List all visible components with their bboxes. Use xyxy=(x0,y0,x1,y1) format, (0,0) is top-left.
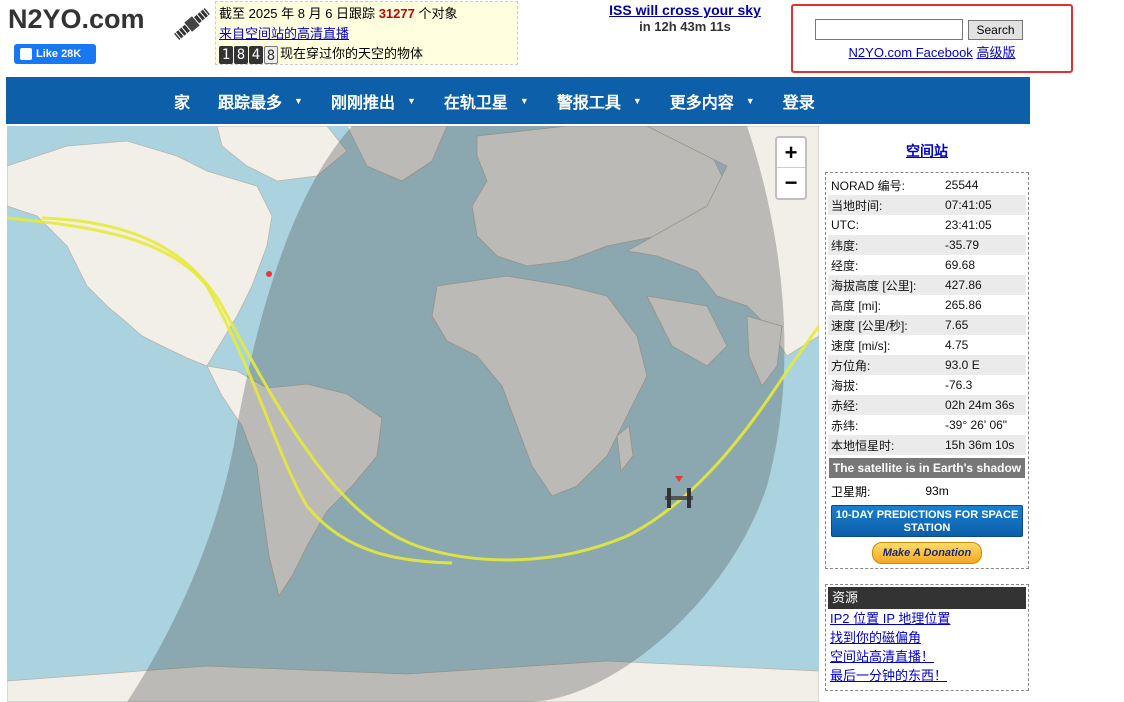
fb-like-label: Like 28K xyxy=(36,48,82,60)
period-row: 卫星期: 93m xyxy=(828,481,1026,501)
resources-links: IP2 位置 IP 地理位置 找到你的磁偏角 空间站高清直播！ 最后一分钟的东西… xyxy=(828,609,1026,685)
nav-item-home[interactable]: 家 xyxy=(174,89,190,113)
main-nav: 家 跟踪最多 ▼ 刚刚推出 ▼ 在轨卫星 ▼ 警报工具 ▼ 更多内容 ▼ 登录 xyxy=(6,77,1030,124)
resource-link-live[interactable]: 空间站高清直播！ xyxy=(830,649,934,664)
table-row: UTC: 23:41:05 xyxy=(828,215,1026,235)
donate-button[interactable]: Make A Donation xyxy=(872,542,982,564)
tracking-map[interactable]: + − xyxy=(7,126,819,702)
premium-link[interactable]: 高级版 xyxy=(976,45,1015,60)
ticker-line-1: 截至 2025 年 8 月 6 日跟踪 31277 个对象 xyxy=(219,6,458,21)
tracking-ticker: 截至 2025 年 8 月 6 日跟踪 31277 个对象 来自空间站的高清直播… xyxy=(215,1,518,65)
search-button[interactable]: Search xyxy=(968,20,1023,40)
iss-cross-notice: ISS will cross your sky in 12h 43m 11s xyxy=(560,2,810,34)
predictions-button[interactable]: 10-DAY PREDICTIONS FOR SPACE STATION xyxy=(831,505,1023,537)
nav-item-most-tracked[interactable]: 跟踪最多 ▼ xyxy=(218,89,303,113)
nav-item-alerts[interactable]: 警报工具 ▼ xyxy=(557,89,642,113)
table-row: 方位角: 93.0 E xyxy=(828,355,1026,375)
table-row: 高度 [mi]: 265.86 xyxy=(828,295,1026,315)
nav-item-more[interactable]: 更多内容 ▼ xyxy=(670,89,755,113)
table-row: 本地恒星时: 15h 36m 10s xyxy=(828,435,1026,455)
table-row: 当地时间: 07:41:05 xyxy=(828,195,1026,215)
nav-item-login[interactable]: 登录 xyxy=(783,89,815,113)
satellite-logo-icon xyxy=(174,8,210,40)
satellite-data-box: NORAD 编号: 25544 当地时间: 07:41:05 UTC: 23:41:0… xyxy=(825,172,1029,569)
search-input[interactable] xyxy=(815,19,963,40)
shadow-status-badge: The satellite is in Earth's shadow xyxy=(829,458,1025,478)
live-stream-link[interactable]: 来自空间站的高清直播 xyxy=(219,26,349,41)
zoom-in-button[interactable]: + xyxy=(777,138,805,168)
period-label: 卫星期: xyxy=(831,484,871,499)
iss-cross-link[interactable]: ISS will cross your sky xyxy=(609,2,761,18)
facebook-like-button[interactable]: Like 28K xyxy=(14,44,96,64)
satellite-title-link[interactable]: 空间站 xyxy=(822,141,1032,161)
satellite-data-table: NORAD 编号: 25544 当地时间: 07:41:05 UTC: 23:41:0… xyxy=(828,175,1026,455)
nav-item-just-launched[interactable]: 刚刚推出 ▼ xyxy=(331,89,416,113)
caret-down-icon: ▼ xyxy=(745,95,755,106)
table-row: NORAD 编号: 25544 xyxy=(828,175,1026,195)
period-value: 93m xyxy=(925,484,949,498)
overhead-counter: 1848 xyxy=(219,45,278,64)
zoom-out-button[interactable]: − xyxy=(777,168,805,198)
facebook-link[interactable]: N2YO.com Facebook xyxy=(849,45,973,60)
table-row: 海拔高度 [公里]: 427.86 xyxy=(828,275,1026,295)
ticker-line-3: 1848 现在穿过你的天空的物体 xyxy=(219,44,514,64)
caret-down-icon: ▼ xyxy=(294,95,303,106)
resource-link-ip[interactable]: IP2 位置 IP 地理位置 xyxy=(830,611,950,626)
site-logo[interactable]: N2YO.com xyxy=(8,4,145,35)
resources-box: 资源 IP2 位置 IP 地理位置 找到你的磁偏角 空间站高清直播！ 最后一分钟… xyxy=(825,584,1029,691)
resource-link-declination[interactable]: 找到你的磁偏角 xyxy=(830,630,921,645)
table-row: 赤纬: -39° 26' 06" xyxy=(828,415,1026,435)
resources-title: 资源 xyxy=(828,587,1026,609)
iss-countdown: in 12h 43m 11s xyxy=(639,19,731,34)
thumbs-up-icon xyxy=(20,48,32,60)
map-canvas xyxy=(7,126,819,702)
caret-down-icon: ▼ xyxy=(406,95,416,106)
table-row: 赤经: 02h 24m 36s xyxy=(828,395,1026,415)
table-row: 纬度: -35.79 xyxy=(828,235,1026,255)
nav-item-satellites[interactable]: 在轨卫星 ▼ xyxy=(444,89,529,113)
table-row: 速度 [mi/s]: 4.75 xyxy=(828,335,1026,355)
zoom-control: + − xyxy=(775,136,807,200)
table-row: 经度: 69.68 xyxy=(828,255,1026,275)
search-links: N2YO.com Facebook 高级版 xyxy=(793,42,1071,61)
resource-link-lastminute[interactable]: 最后一分钟的东西！ xyxy=(830,668,947,683)
caret-down-icon: ▼ xyxy=(519,95,529,106)
table-row: 海拔: -76.3 xyxy=(828,375,1026,395)
tracked-count: 31277 xyxy=(378,6,415,21)
caret-down-icon: ▼ xyxy=(632,95,642,106)
table-row: 速度 [公里/秒]: 7.65 xyxy=(828,315,1026,335)
search-panel: Search N2YO.com Facebook 高级版 xyxy=(791,4,1073,73)
